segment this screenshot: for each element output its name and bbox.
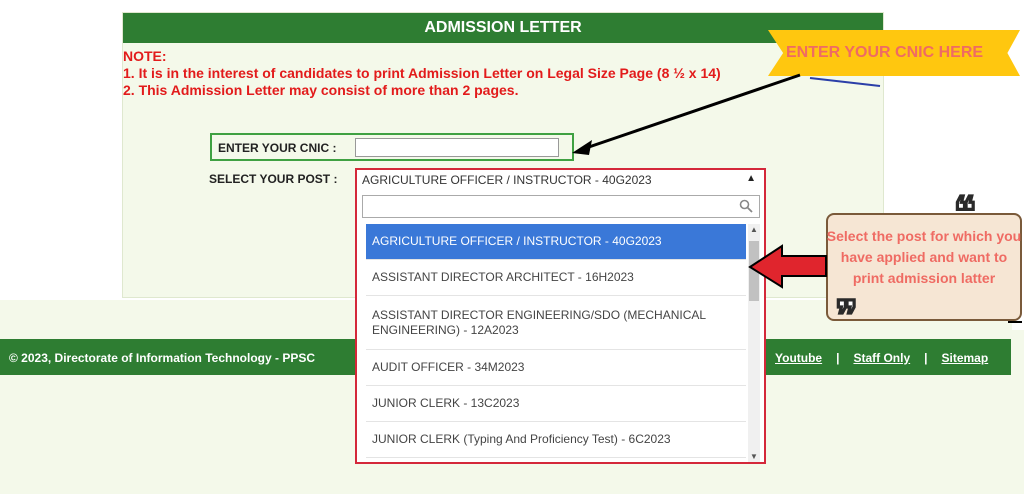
arrowhead-cnic-icon [572,140,592,155]
annotation-arrows [572,73,1022,323]
arrow-post-icon [748,244,827,289]
arrow-blue-accent [809,77,881,87]
arrow-line-cnic [582,73,801,151]
